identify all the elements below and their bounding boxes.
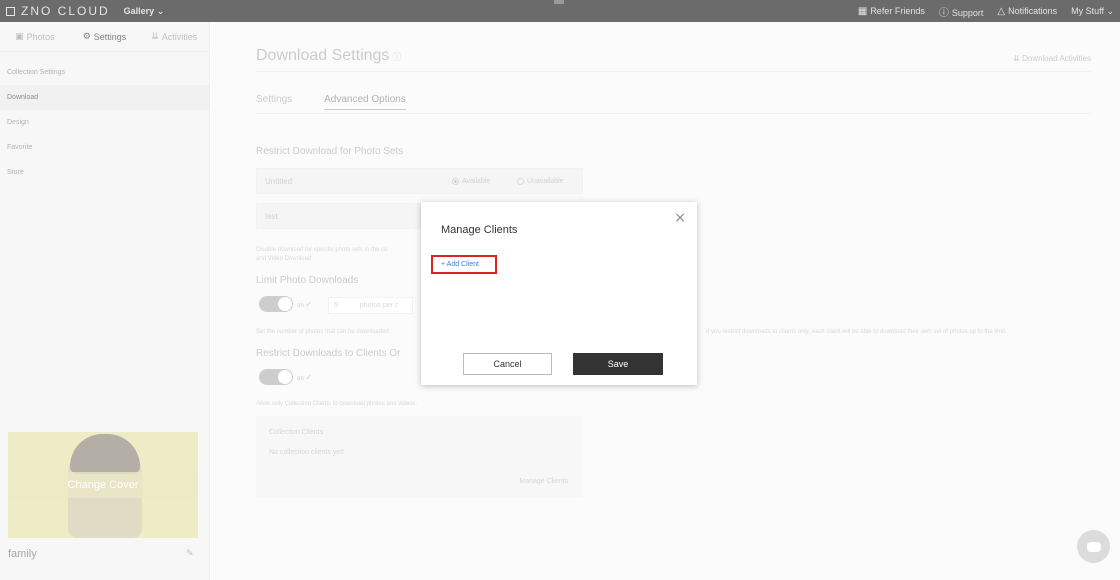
manage-clients-dialog: × Manage Clients + Add Client Cancel Sav… xyxy=(421,202,697,385)
dialog-title: Manage Clients xyxy=(441,224,518,236)
close-icon[interactable]: × xyxy=(674,210,686,226)
cancel-button[interactable]: Cancel xyxy=(463,353,552,375)
save-button[interactable]: Save xyxy=(573,353,663,375)
add-client-button[interactable]: + Add Client xyxy=(441,261,479,268)
